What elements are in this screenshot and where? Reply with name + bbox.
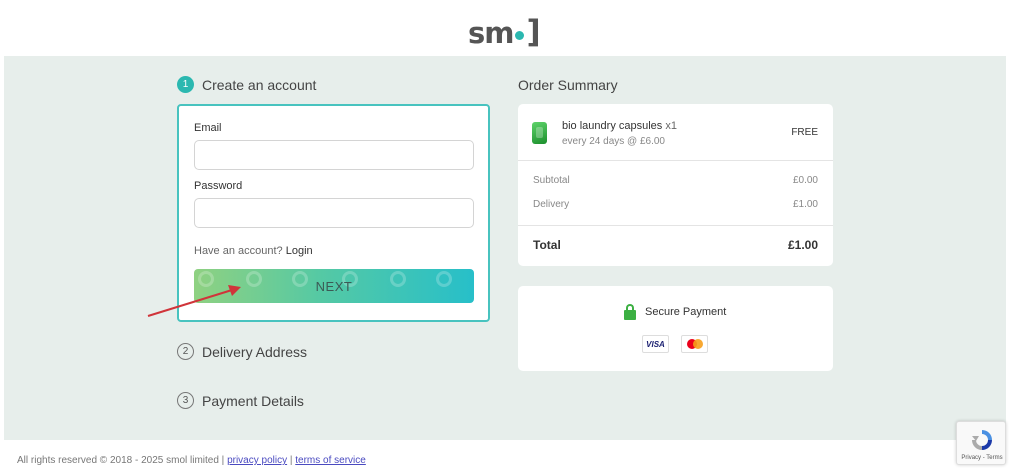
item-name: bio laundry capsules x1 <box>562 120 677 132</box>
step-number-1: 1 <box>177 76 194 93</box>
header: sm ] <box>0 0 1024 56</box>
lock-icon <box>624 304 636 320</box>
delivery-label: Delivery <box>533 199 570 210</box>
footer: All rights reserved © 2018 - 2025 smol l… <box>17 455 366 466</box>
laundry-capsule-icon <box>532 122 547 144</box>
mastercard-icon <box>681 335 708 353</box>
login-link[interactable]: Login <box>286 245 313 257</box>
logo-text: sm <box>468 16 514 50</box>
step-payment-details[interactable]: 3 Payment Details <box>177 392 304 409</box>
footer-divider: | <box>289 455 293 466</box>
secure-payment-label: Secure Payment <box>645 306 727 318</box>
email-field[interactable] <box>194 140 474 170</box>
password-label: Password <box>194 180 243 192</box>
step-label: Payment Details <box>202 392 304 409</box>
subtotal-label: Subtotal <box>533 175 570 186</box>
step-number-3: 3 <box>177 392 194 409</box>
step-create-account: 1 Create an account <box>177 76 316 93</box>
order-summary-card: bio laundry capsules x1 every 24 days @ … <box>518 104 833 266</box>
item-schedule: every 24 days @ £6.00 <box>562 136 665 147</box>
decor-circle <box>292 271 308 287</box>
item-price: FREE <box>791 127 818 138</box>
decor-circle <box>436 271 452 287</box>
recaptcha-badge[interactable]: Privacy - Terms <box>956 421 1006 465</box>
checkout-area <box>4 56 1006 440</box>
logo-dot-icon <box>515 30 525 40</box>
visa-icon: VISA <box>642 335 669 353</box>
have-account-label: Have an account? <box>194 245 283 257</box>
visa-label: VISA <box>646 339 665 349</box>
smol-logo[interactable]: sm ] <box>468 14 541 50</box>
divider <box>518 225 833 226</box>
copyright-text: All rights reserved © 2018 - 2025 smol l… <box>17 455 225 466</box>
privacy-policy-link[interactable]: privacy policy <box>227 455 287 466</box>
step-label: Delivery Address <box>202 343 308 360</box>
decor-circle <box>246 271 262 287</box>
total-label: Total <box>533 238 561 252</box>
have-account-text: Have an account? Login <box>194 245 313 257</box>
logo-bracket: ] <box>526 14 540 50</box>
step-number-2: 2 <box>177 343 194 360</box>
decor-circle <box>390 271 406 287</box>
password-field[interactable] <box>194 198 474 228</box>
secure-payment-card: Secure Payment VISA <box>518 286 833 371</box>
item-quantity: x1 <box>665 120 677 132</box>
recaptcha-text: Privacy - Terms <box>961 455 1003 461</box>
step-delivery-address[interactable]: 2 Delivery Address <box>177 343 307 360</box>
annotation-arrow-icon <box>147 285 241 317</box>
order-item: bio laundry capsules x1 every 24 days @ … <box>518 104 833 161</box>
delivery-value: £1.00 <box>792 199 818 210</box>
order-summary-title: Order Summary <box>518 77 618 93</box>
email-label: Email <box>194 122 222 134</box>
recaptcha-icon <box>972 430 992 450</box>
step-label: Create an account <box>202 76 317 93</box>
secure-payment: Secure Payment <box>624 304 726 320</box>
item-title: bio laundry capsules <box>562 120 663 132</box>
subtotal-value: £0.00 <box>792 175 818 186</box>
next-button-label: NEXT <box>315 278 353 294</box>
terms-of-service-link[interactable]: terms of service <box>295 455 366 466</box>
total-value: £1.00 <box>787 238 818 252</box>
